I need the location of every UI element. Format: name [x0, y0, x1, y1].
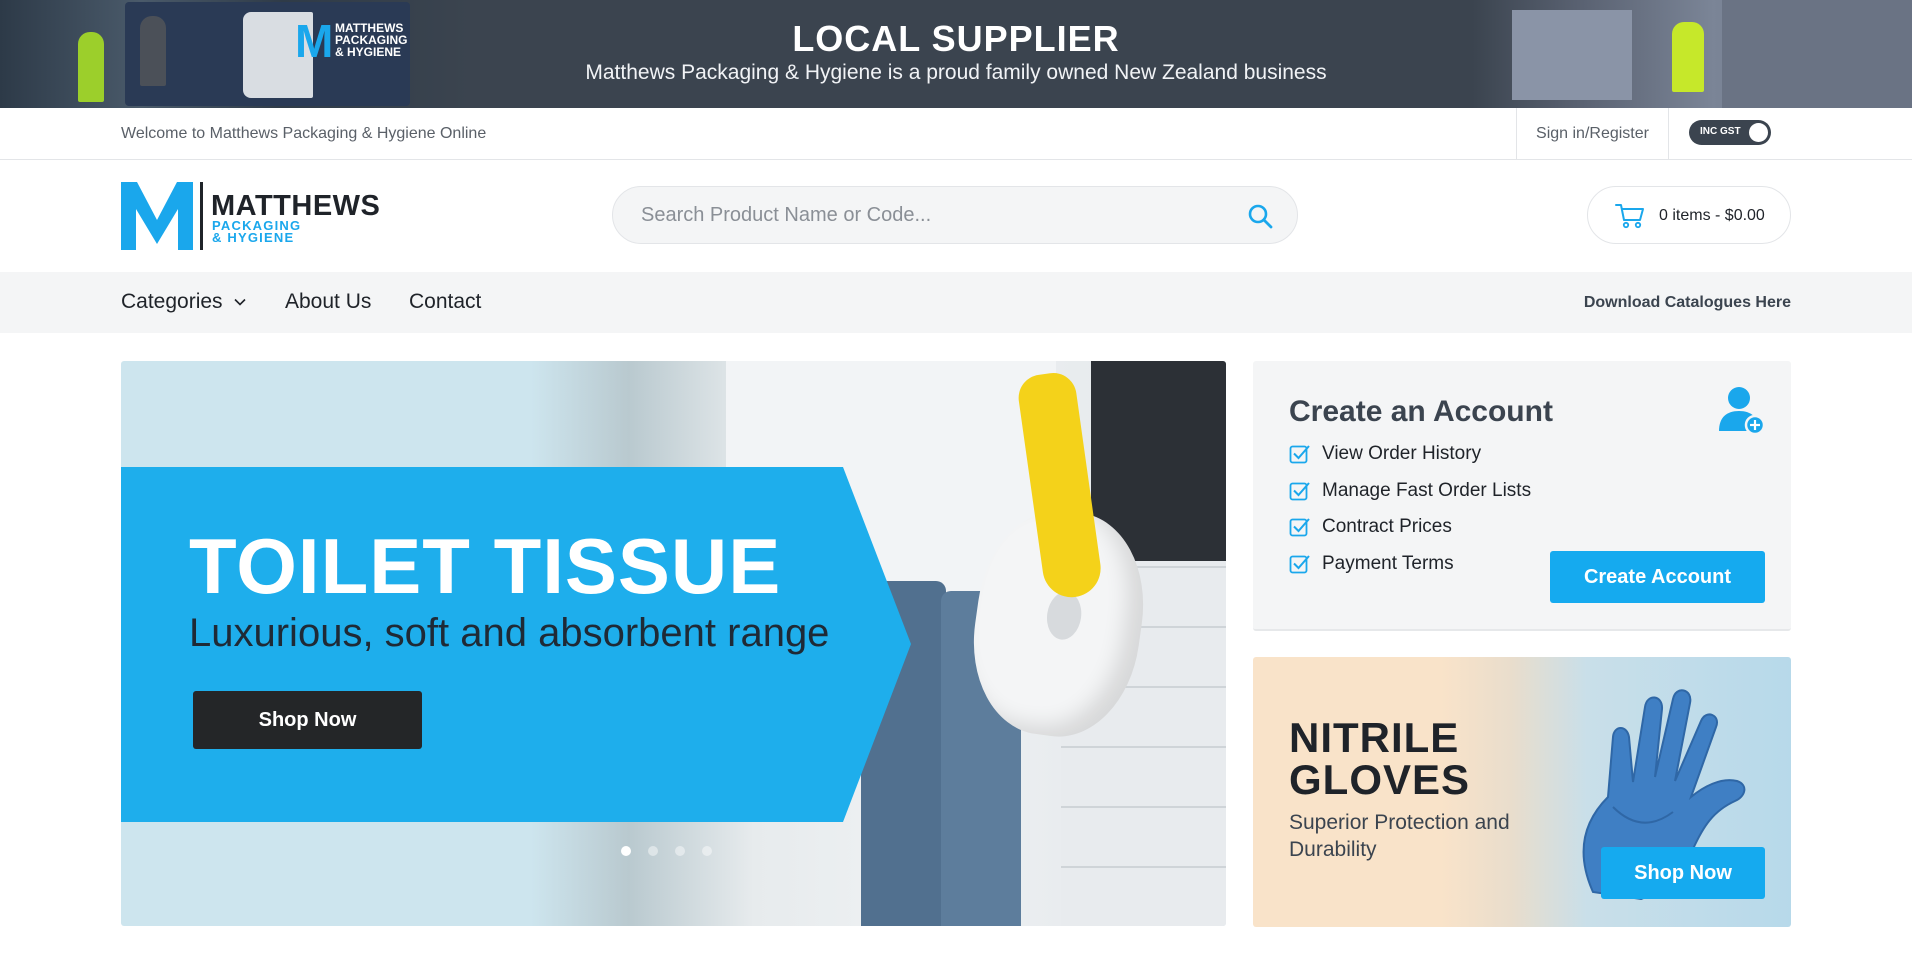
- benefit-label: View Order History: [1322, 443, 1482, 464]
- search-icon[interactable]: [1247, 203, 1273, 229]
- checkbox-check-icon: [1289, 481, 1310, 500]
- cart-icon: [1615, 204, 1644, 229]
- promo-subtitle: Superior Protection and Durability: [1289, 811, 1510, 861]
- slider-dots: [621, 846, 712, 856]
- logo-divider: [200, 182, 203, 250]
- promo-title: NITRILE GLOVES: [1289, 714, 1471, 803]
- welcome-message: Welcome to Matthews Packaging & Hygiene …: [121, 125, 487, 142]
- chevron-down-icon: [234, 299, 246, 307]
- nav-item-categories[interactable]: Categories: [121, 290, 246, 314]
- sign-in-register-link[interactable]: Sign in/Register: [1516, 108, 1669, 160]
- benefit-label: Manage Fast Order Lists: [1322, 479, 1532, 501]
- nav-item-about-us[interactable]: About Us: [285, 290, 371, 314]
- checkbox-check-icon: [1289, 518, 1310, 537]
- nav-item-label: Categories: [121, 290, 223, 313]
- gst-toggle-label: INC GST: [1700, 126, 1741, 137]
- nitrile-gloves-promo[interactable]: NITRILE GLOVES Superior Protection and D…: [1253, 657, 1791, 927]
- banner-title: LOCAL SUPPLIER: [792, 18, 1120, 59]
- slider-dot[interactable]: [621, 846, 631, 856]
- hero-shop-now-button[interactable]: Shop Now: [193, 691, 422, 749]
- hero-subtitle: Luxurious, soft and absorbent range: [189, 611, 830, 655]
- slider-dot[interactable]: [675, 846, 685, 856]
- create-account-title: Create an Account: [1289, 395, 1553, 428]
- benefit-label: Payment Terms: [1322, 552, 1454, 574]
- checkbox-check-icon: [1289, 554, 1310, 573]
- download-catalogues-link[interactable]: Download Catalogues Here: [1584, 294, 1791, 312]
- nav-item-contact[interactable]: Contact: [409, 290, 481, 314]
- account-benefits-list: View Order History Manage Fast Order Lis…: [1289, 443, 1531, 589]
- banner-subtitle: Matthews Packaging & Hygiene is a proud …: [585, 61, 1327, 84]
- checkbox-check-icon: [1289, 445, 1310, 464]
- search-input[interactable]: [641, 187, 1241, 243]
- slider-dot[interactable]: [648, 846, 658, 856]
- top-banner: M MATTHEWS PACKAGING & HYGIENE LOCAL SUP…: [0, 0, 1912, 108]
- cart-button[interactable]: 0 items - $0.00: [1587, 186, 1791, 244]
- toilet-roll-core: [1043, 589, 1085, 642]
- list-item: Contract Prices: [1289, 516, 1531, 553]
- list-item: View Order History: [1289, 443, 1531, 480]
- main-nav: Categories About Us Contact Download Cat…: [0, 272, 1912, 333]
- create-account-button[interactable]: Create Account: [1550, 551, 1765, 603]
- benefit-label: Contract Prices: [1322, 516, 1452, 537]
- logo-m-icon: [121, 182, 193, 250]
- add-user-icon: [1719, 387, 1766, 436]
- list-item: Manage Fast Order Lists: [1289, 480, 1531, 517]
- search-bar: [612, 186, 1298, 244]
- hero-slider[interactable]: TOILET TISSUE Luxurious, soft and absorb…: [121, 361, 1226, 926]
- promo-shop-now-button[interactable]: Shop Now: [1601, 847, 1765, 899]
- matthews-logo[interactable]: MATTHEWS PACKAGING & HYGIENE: [121, 182, 380, 252]
- list-item: Payment Terms: [1289, 553, 1531, 590]
- logo-subtitle: PACKAGING & HYGIENE: [212, 218, 302, 245]
- create-account-card: Create an Account View Order History Man…: [1253, 361, 1791, 631]
- site-header: MATTHEWS PACKAGING & HYGIENE 0 items - $…: [0, 161, 1912, 272]
- utility-bar: Welcome to Matthews Packaging & Hygiene …: [0, 108, 1912, 160]
- slider-dot[interactable]: [702, 846, 712, 856]
- cart-summary: 0 items - $0.00: [1659, 207, 1765, 224]
- hero-title: TOILET TISSUE: [189, 522, 782, 610]
- inc-gst-toggle[interactable]: INC GST: [1689, 120, 1771, 145]
- toggle-knob: [1749, 123, 1768, 142]
